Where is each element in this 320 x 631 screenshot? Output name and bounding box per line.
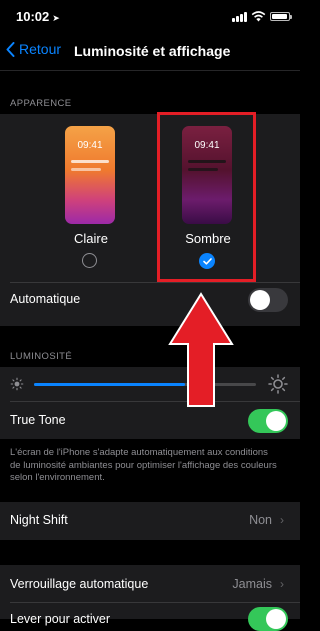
highlight-box (157, 112, 256, 282)
sun-large-icon (268, 374, 288, 394)
lock-group: Verrouillage automatique Jamais › Lever … (0, 565, 300, 631)
true-tone-footnote: L'écran de l'iPhone s'adapte automatique… (10, 447, 277, 483)
status-time: 10:02 ➤ (16, 9, 60, 24)
raise-to-wake-label: Lever pour activer (10, 612, 111, 626)
appearance-option-light[interactable]: 09:41 Claire (51, 114, 131, 268)
preview-time: 09:41 (77, 140, 103, 151)
night-shift-row[interactable]: Night Shift Non › (0, 502, 300, 540)
battery-icon (270, 12, 292, 21)
cellular-signal-icon (232, 12, 248, 22)
divider (10, 602, 300, 603)
page-title: Luminosité et affichage (74, 43, 231, 59)
night-shift-value: Non (249, 513, 272, 527)
appearance-label-light: Claire (74, 231, 108, 246)
auto-lock-label[interactable]: Verrouillage automatique (10, 577, 148, 591)
sun-small-icon (10, 377, 24, 391)
chevron-right-icon: › (280, 577, 284, 591)
back-button[interactable]: Retour (6, 41, 61, 57)
brightness-slider-fill (34, 383, 185, 386)
night-shift-label: Night Shift (10, 513, 68, 527)
true-tone-label: True Tone (10, 413, 66, 427)
automatic-toggle[interactable] (248, 288, 288, 312)
chevron-right-icon: › (280, 513, 284, 527)
divider (10, 401, 300, 402)
red-arrow-icon (168, 292, 234, 407)
raise-to-wake-toggle[interactable] (248, 607, 288, 631)
brightness-group: True Tone (0, 367, 300, 439)
auto-lock-value: Jamais (232, 577, 272, 591)
chevron-left-icon (6, 41, 15, 57)
radio-unselected[interactable] (82, 253, 97, 268)
status-bar: 10:02 ➤ (0, 0, 300, 32)
section-header-brightness: LUMINOSITÉ (10, 351, 73, 362)
navigation-bar: Retour Luminosité et affichage (0, 32, 300, 71)
divider (10, 282, 300, 283)
true-tone-toggle[interactable] (248, 409, 288, 433)
back-label: Retour (19, 41, 62, 57)
location-arrow-icon: ➤ (52, 13, 60, 23)
wifi-icon (251, 11, 266, 22)
section-header-appearance: APPARENCE (10, 98, 72, 109)
light-mode-preview: 09:41 (65, 126, 115, 224)
automatic-label: Automatique (10, 292, 81, 306)
